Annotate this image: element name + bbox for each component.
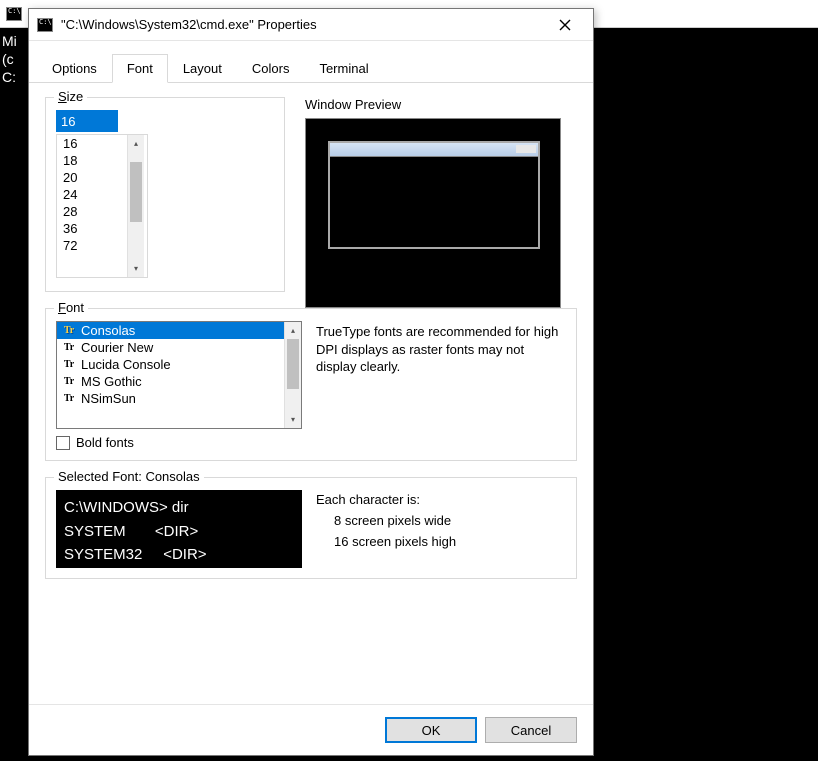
scroll-thumb[interactable] <box>287 339 299 389</box>
tab-options[interactable]: Options <box>37 54 112 83</box>
font-sample: C:\WINDOWS> dir SYSTEM <DIR> SYSTEM32 <D… <box>56 490 302 568</box>
preview-window-titlebar <box>330 143 538 157</box>
tab-layout[interactable]: Layout <box>168 54 237 83</box>
size-option[interactable]: 24 <box>57 186 127 203</box>
font-option[interactable]: Tr MS Gothic <box>57 373 284 390</box>
scroll-thumb[interactable] <box>130 162 142 222</box>
size-scrollbar[interactable]: ▴ ▾ <box>127 135 144 277</box>
tab-terminal[interactable]: Terminal <box>304 54 383 83</box>
cmd-icon <box>6 7 22 21</box>
close-button[interactable] <box>545 11 585 39</box>
font-groupbox: Font Tr Consolas Tr Courier New Tr <box>45 308 577 461</box>
font-scrollbar[interactable]: ▴ ▾ <box>284 322 301 428</box>
truetype-icon: Tr <box>61 392 77 406</box>
size-option[interactable]: 20 <box>57 169 127 186</box>
size-groupbox: Size 16 18 20 24 28 36 72 ▴ <box>45 97 285 292</box>
char-info: Each character is: 8 screen pixels wide … <box>316 490 566 568</box>
preview-window <box>328 141 540 249</box>
dialog-titlebar[interactable]: "C:\Windows\System32\cmd.exe" Properties <box>29 9 593 41</box>
tab-font[interactable]: Font <box>112 54 168 83</box>
truetype-icon: Tr <box>61 324 77 338</box>
properties-dialog: "C:\Windows\System32\cmd.exe" Properties… <box>28 8 594 756</box>
cmd-icon <box>37 18 53 32</box>
preview-column: Window Preview <box>305 97 577 308</box>
scroll-down-icon[interactable]: ▾ <box>285 411 301 428</box>
preview-label: Window Preview <box>305 97 577 112</box>
truetype-icon: Tr <box>61 375 77 389</box>
bold-label: Bold fonts <box>76 435 134 450</box>
bold-checkbox[interactable] <box>56 436 70 450</box>
ok-button[interactable]: OK <box>385 717 477 743</box>
size-listbox[interactable]: 16 18 20 24 28 36 72 ▴ ▾ <box>56 134 148 278</box>
tab-body: Size 16 18 20 24 28 36 72 ▴ <box>29 79 593 704</box>
size-option[interactable]: 72 <box>57 237 127 254</box>
font-option[interactable]: Tr NSimSun <box>57 390 284 407</box>
scroll-up-icon[interactable]: ▴ <box>285 322 301 339</box>
selected-font-label: Selected Font: Consolas <box>54 469 204 484</box>
scroll-down-icon[interactable]: ▾ <box>128 260 144 277</box>
bg-console-fragment: Mi (c C: <box>0 28 30 90</box>
size-option[interactable]: 36 <box>57 220 127 237</box>
size-option[interactable]: 18 <box>57 152 127 169</box>
size-label: Size <box>54 89 87 104</box>
truetype-icon: Tr <box>61 358 77 372</box>
scroll-up-icon[interactable]: ▴ <box>128 135 144 152</box>
dialog-title: "C:\Windows\System32\cmd.exe" Properties <box>61 17 545 32</box>
tab-strip: Options Font Layout Colors Terminal <box>29 45 593 83</box>
font-note: TrueType fonts are recommended for high … <box>316 321 566 429</box>
font-listbox[interactable]: Tr Consolas Tr Courier New Tr Lucida Con… <box>56 321 302 429</box>
cancel-button[interactable]: Cancel <box>485 717 577 743</box>
font-option[interactable]: Tr Courier New <box>57 339 284 356</box>
truetype-icon: Tr <box>61 341 77 355</box>
close-icon <box>559 19 571 31</box>
font-label: Font <box>54 300 88 315</box>
font-option[interactable]: Tr Lucida Console <box>57 356 284 373</box>
size-option[interactable]: 28 <box>57 203 127 220</box>
dialog-buttons: OK Cancel <box>29 704 593 755</box>
font-option[interactable]: Tr Consolas <box>57 322 284 339</box>
tab-colors[interactable]: Colors <box>237 54 305 83</box>
size-input[interactable] <box>56 110 118 132</box>
preview-box <box>305 118 561 308</box>
size-option[interactable]: 16 <box>57 135 127 152</box>
selected-font-groupbox: Selected Font: Consolas C:\WINDOWS> dir … <box>45 477 577 579</box>
